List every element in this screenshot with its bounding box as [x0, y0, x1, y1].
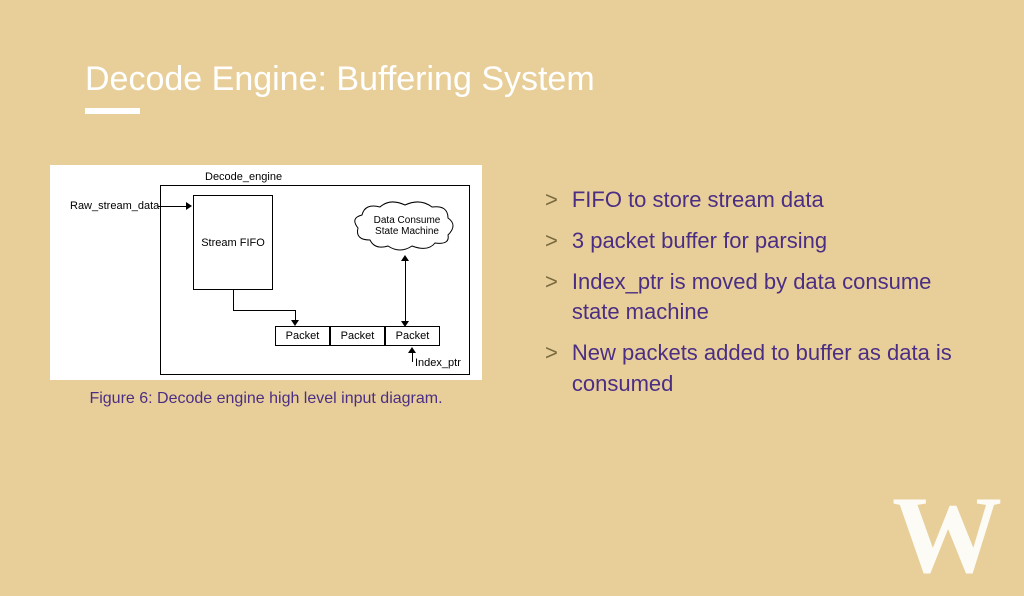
bullet-list: > FIFO to store stream data > 3 packet b… — [545, 185, 965, 410]
label-decode-engine: Decode_engine — [205, 171, 282, 183]
decode-engine-diagram: Raw_stream_data Decode_engine Stream FIF… — [50, 165, 482, 380]
label-stream-fifo: Stream FIFO — [201, 237, 265, 249]
arrowhead-icon — [401, 255, 409, 261]
box-packet-3: Packet — [385, 326, 440, 346]
bullet-item: > FIFO to store stream data — [545, 185, 965, 216]
bullet-item: > Index_ptr is moved by data consume sta… — [545, 267, 965, 329]
connector-fifo-right — [233, 310, 295, 311]
bullet-item: > New packets added to buffer as data is… — [545, 338, 965, 400]
label-packet: Packet — [341, 330, 375, 342]
chevron-icon: > — [545, 226, 558, 257]
arrowhead-icon — [408, 347, 416, 353]
bullet-text: Index_ptr is moved by data consume state… — [572, 267, 965, 329]
label-packet: Packet — [286, 330, 320, 342]
box-packet-1: Packet — [275, 326, 330, 346]
bullet-text: 3 packet buffer for parsing — [572, 226, 965, 257]
label-packet: Packet — [396, 330, 430, 342]
connector-fifo-down — [233, 290, 234, 310]
chevron-icon: > — [545, 267, 558, 298]
chevron-icon: > — [545, 338, 558, 369]
title-underline — [85, 108, 140, 114]
box-stream-fifo: Stream FIFO — [193, 195, 273, 290]
bullet-text: FIFO to store stream data — [572, 185, 965, 216]
slide-title: Decode Engine: Buffering System — [85, 60, 595, 99]
label-index-ptr: Index_ptr — [415, 357, 461, 369]
box-packet-2: Packet — [330, 326, 385, 346]
uw-logo: W — [892, 494, 994, 577]
chevron-icon: > — [545, 185, 558, 216]
arrowhead-icon — [401, 321, 409, 327]
figure-caption: Figure 6: Decode engine high level input… — [50, 390, 482, 408]
label-raw-stream: Raw_stream_data — [70, 200, 159, 212]
bullet-text: New packets added to buffer as data is c… — [572, 338, 965, 400]
bullet-item: > 3 packet buffer for parsing — [545, 226, 965, 257]
connector-packet-cloud — [405, 257, 406, 325]
diagram-container: Raw_stream_data Decode_engine Stream FIF… — [50, 165, 482, 408]
label-state-machine: Data Consume State Machine — [368, 215, 446, 237]
